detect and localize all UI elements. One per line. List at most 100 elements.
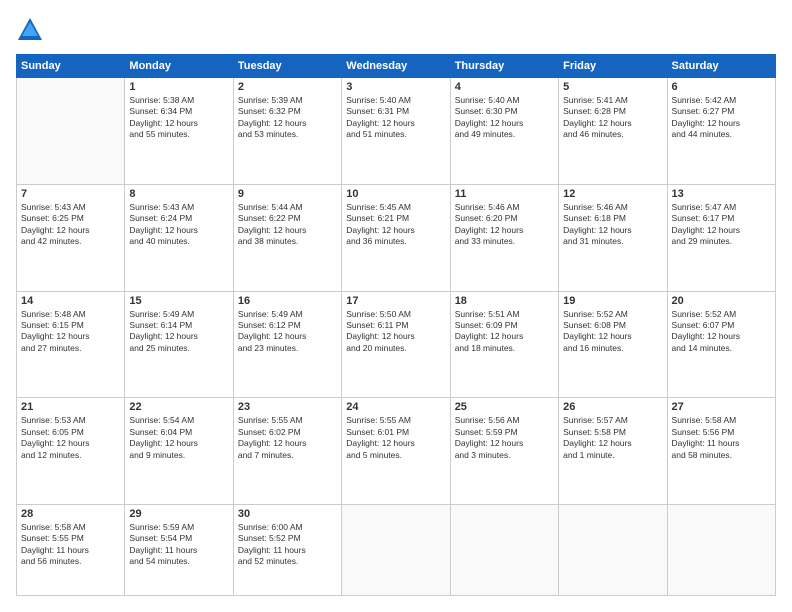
day-number: 11 — [455, 188, 554, 200]
cell-content: Sunrise: 5:58 AM Sunset: 5:56 PM Dayligh… — [672, 415, 771, 461]
cell-content: Sunrise: 5:49 AM Sunset: 6:14 PM Dayligh… — [129, 309, 228, 355]
day-number: 6 — [672, 81, 771, 93]
day-number: 22 — [129, 401, 228, 413]
cell-content: Sunrise: 5:47 AM Sunset: 6:17 PM Dayligh… — [672, 202, 771, 248]
calendar-cell: 17 Sunrise: 5:50 AM Sunset: 6:11 PM Dayli… — [342, 291, 450, 398]
cell-content: Sunrise: 5:45 AM Sunset: 6:21 PM Dayligh… — [346, 202, 445, 248]
calendar-table: SundayMondayTuesdayWednesdayThursdayFrid… — [16, 54, 776, 596]
page: SundayMondayTuesdayWednesdayThursdayFrid… — [0, 0, 792, 612]
logo — [16, 16, 48, 44]
calendar-cell: 30 Sunrise: 6:00 AM Sunset: 5:52 PM Dayli… — [233, 505, 341, 596]
calendar-cell: 11 Sunrise: 5:46 AM Sunset: 6:20 PM Dayli… — [450, 184, 558, 291]
day-number: 26 — [563, 401, 662, 413]
day-number: 5 — [563, 81, 662, 93]
calendar-cell: 10 Sunrise: 5:45 AM Sunset: 6:21 PM Dayli… — [342, 184, 450, 291]
calendar-cell: 5 Sunrise: 5:41 AM Sunset: 6:28 PM Daylig… — [559, 78, 667, 185]
calendar-cell: 4Sunrise: 5:40 AM Sunset: 6:30 PM Daylig… — [450, 78, 558, 185]
day-number: 27 — [672, 401, 771, 413]
day-number: 29 — [129, 508, 228, 520]
day-number: 1 — [129, 81, 228, 93]
cell-content: Sunrise: 5:39 AM Sunset: 6:32 PM Dayligh… — [238, 95, 337, 141]
calendar-cell: 28Sunrise: 5:58 AM Sunset: 5:55 PM Dayli… — [17, 505, 125, 596]
day-number: 20 — [672, 295, 771, 307]
cell-content: Sunrise: 5:42 AM Sunset: 6:27 PM Dayligh… — [672, 95, 771, 141]
cell-content: Sunrise: 5:59 AM Sunset: 5:54 PM Dayligh… — [129, 522, 228, 568]
cell-content: Sunrise: 5:57 AM Sunset: 5:58 PM Dayligh… — [563, 415, 662, 461]
calendar-cell: 6 Sunrise: 5:42 AM Sunset: 6:27 PM Daylig… — [667, 78, 775, 185]
cell-content: Sunrise: 5:43 AM Sunset: 6:25 PM Dayligh… — [21, 202, 120, 248]
header — [16, 16, 776, 44]
cell-content: Sunrise: 5:48 AM Sunset: 6:15 PM Dayligh… — [21, 309, 120, 355]
cell-content: Sunrise: 5:50 AM Sunset: 6:11 PM Dayligh… — [346, 309, 445, 355]
calendar-week-5: 28Sunrise: 5:58 AM Sunset: 5:55 PM Dayli… — [17, 505, 776, 596]
cell-content: Sunrise: 5:38 AM Sunset: 6:34 PM Dayligh… — [129, 95, 228, 141]
day-number: 30 — [238, 508, 337, 520]
cell-content: Sunrise: 5:40 AM Sunset: 6:31 PM Dayligh… — [346, 95, 445, 141]
day-number: 9 — [238, 188, 337, 200]
cell-content: Sunrise: 5:52 AM Sunset: 6:08 PM Dayligh… — [563, 309, 662, 355]
day-number: 16 — [238, 295, 337, 307]
calendar-cell: 1 Sunrise: 5:38 AM Sunset: 6:34 PM Daylig… — [125, 78, 233, 185]
cell-content: Sunrise: 6:00 AM Sunset: 5:52 PM Dayligh… — [238, 522, 337, 568]
weekday-header-friday: Friday — [559, 55, 667, 78]
cell-content: Sunrise: 5:52 AM Sunset: 6:07 PM Dayligh… — [672, 309, 771, 355]
calendar-cell: 18 Sunrise: 5:51 AM Sunset: 6:09 PM Dayli… — [450, 291, 558, 398]
calendar-cell: 23 Sunrise: 5:55 AM Sunset: 6:02 PM Dayli… — [233, 398, 341, 505]
calendar-week-2: 7 Sunrise: 5:43 AM Sunset: 6:25 PM Daylig… — [17, 184, 776, 291]
day-number: 23 — [238, 401, 337, 413]
calendar-cell: 29 Sunrise: 5:59 AM Sunset: 5:54 PM Dayli… — [125, 505, 233, 596]
weekday-header-wednesday: Wednesday — [342, 55, 450, 78]
cell-content: Sunrise: 5:51 AM Sunset: 6:09 PM Dayligh… — [455, 309, 554, 355]
weekday-header-monday: Monday — [125, 55, 233, 78]
calendar-cell: 26 Sunrise: 5:57 AM Sunset: 5:58 PM Dayli… — [559, 398, 667, 505]
calendar-cell: 16Sunrise: 5:49 AM Sunset: 6:12 PM Dayli… — [233, 291, 341, 398]
day-number: 14 — [21, 295, 120, 307]
day-number: 15 — [129, 295, 228, 307]
calendar-cell: 19 Sunrise: 5:52 AM Sunset: 6:08 PM Dayli… — [559, 291, 667, 398]
day-number: 12 — [563, 188, 662, 200]
day-number: 8 — [129, 188, 228, 200]
day-number: 24 — [346, 401, 445, 413]
cell-content: Sunrise: 5:41 AM Sunset: 6:28 PM Dayligh… — [563, 95, 662, 141]
calendar-cell — [559, 505, 667, 596]
weekday-header-tuesday: Tuesday — [233, 55, 341, 78]
day-number: 18 — [455, 295, 554, 307]
calendar-cell: 22 Sunrise: 5:54 AM Sunset: 6:04 PM Dayli… — [125, 398, 233, 505]
day-number: 19 — [563, 295, 662, 307]
day-number: 7 — [21, 188, 120, 200]
calendar-cell: 24 Sunrise: 5:55 AM Sunset: 6:01 PM Dayli… — [342, 398, 450, 505]
calendar-cell: 8Sunrise: 5:43 AM Sunset: 6:24 PM Daylig… — [125, 184, 233, 291]
cell-content: Sunrise: 5:53 AM Sunset: 6:05 PM Dayligh… — [21, 415, 120, 461]
day-number: 21 — [21, 401, 120, 413]
calendar-week-3: 14 Sunrise: 5:48 AM Sunset: 6:15 PM Dayli… — [17, 291, 776, 398]
calendar-cell: 13 Sunrise: 5:47 AM Sunset: 6:17 PM Dayli… — [667, 184, 775, 291]
day-number: 4 — [455, 81, 554, 93]
day-number: 13 — [672, 188, 771, 200]
calendar-cell — [17, 78, 125, 185]
calendar-cell: 21 Sunrise: 5:53 AM Sunset: 6:05 PM Dayli… — [17, 398, 125, 505]
cell-content: Sunrise: 5:55 AM Sunset: 6:02 PM Dayligh… — [238, 415, 337, 461]
calendar-cell: 25 Sunrise: 5:56 AM Sunset: 5:59 PM Dayli… — [450, 398, 558, 505]
day-number: 10 — [346, 188, 445, 200]
cell-content: Sunrise: 5:44 AM Sunset: 6:22 PM Dayligh… — [238, 202, 337, 248]
cell-content: Sunrise: 5:54 AM Sunset: 6:04 PM Dayligh… — [129, 415, 228, 461]
calendar-week-4: 21 Sunrise: 5:53 AM Sunset: 6:05 PM Dayli… — [17, 398, 776, 505]
day-number: 17 — [346, 295, 445, 307]
calendar-cell: 15 Sunrise: 5:49 AM Sunset: 6:14 PM Dayli… — [125, 291, 233, 398]
calendar-cell — [667, 505, 775, 596]
calendar-cell — [450, 505, 558, 596]
calendar-cell: 20 Sunrise: 5:52 AM Sunset: 6:07 PM Dayli… — [667, 291, 775, 398]
weekday-header-row: SundayMondayTuesdayWednesdayThursdayFrid… — [17, 55, 776, 78]
cell-content: Sunrise: 5:55 AM Sunset: 6:01 PM Dayligh… — [346, 415, 445, 461]
day-number: 25 — [455, 401, 554, 413]
cell-content: Sunrise: 5:46 AM Sunset: 6:20 PM Dayligh… — [455, 202, 554, 248]
calendar-cell: 7 Sunrise: 5:43 AM Sunset: 6:25 PM Daylig… — [17, 184, 125, 291]
weekday-header-saturday: Saturday — [667, 55, 775, 78]
cell-content: Sunrise: 5:56 AM Sunset: 5:59 PM Dayligh… — [455, 415, 554, 461]
weekday-header-sunday: Sunday — [17, 55, 125, 78]
cell-content: Sunrise: 5:58 AM Sunset: 5:55 PM Dayligh… — [21, 522, 120, 568]
cell-content: Sunrise: 5:46 AM Sunset: 6:18 PM Dayligh… — [563, 202, 662, 248]
calendar-cell: 27 Sunrise: 5:58 AM Sunset: 5:56 PM Dayli… — [667, 398, 775, 505]
calendar-cell: 2Sunrise: 5:39 AM Sunset: 6:32 PM Daylig… — [233, 78, 341, 185]
logo-icon — [16, 16, 44, 44]
